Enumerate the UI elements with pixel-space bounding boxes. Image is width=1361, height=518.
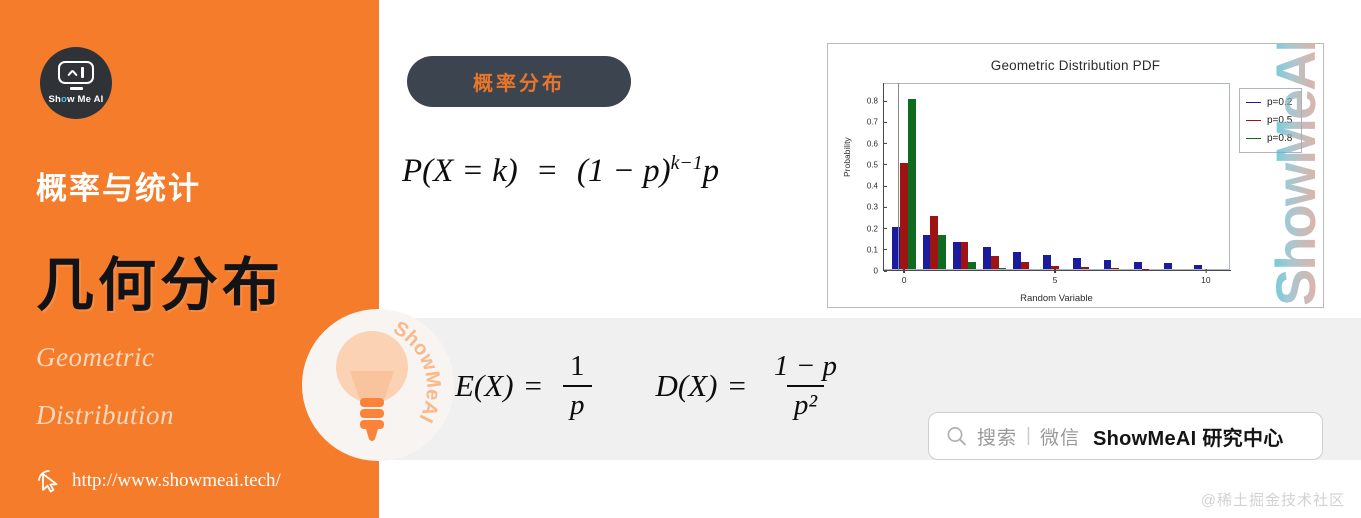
chart-y-axis-label: Probability bbox=[842, 137, 852, 177]
chart-y-tick-label: 0.8 bbox=[867, 97, 883, 106]
chart-legend-swatch bbox=[1246, 101, 1261, 104]
chart-y-tick-label: 0 bbox=[874, 267, 883, 276]
topic-badge-label: 概率分布 bbox=[473, 73, 565, 95]
expectation-formula: E(X) = 1 p bbox=[455, 350, 592, 422]
chart-legend-label: p=0.8 bbox=[1267, 133, 1293, 144]
left-title-panel: Show Me AI 概率与统计 几何分布 Geometric Distribu… bbox=[0, 0, 379, 518]
variance-lhs: D(X) bbox=[655, 368, 718, 403]
variance-fraction: 1 − p p² bbox=[767, 350, 844, 422]
chart-x-tick-label: 10 bbox=[1201, 269, 1210, 285]
chart-bar bbox=[982, 247, 991, 269]
logo-wordmark: Show Me AI bbox=[49, 94, 104, 105]
chart-bar bbox=[1081, 267, 1090, 269]
chart-bar bbox=[922, 235, 931, 269]
chart-y-tick-label: 0.1 bbox=[867, 245, 883, 254]
chart-bar bbox=[1163, 263, 1172, 269]
bar-icon bbox=[81, 67, 84, 79]
page-title: 几何分布 bbox=[36, 253, 285, 318]
chart-legend-item: p=0.8 bbox=[1246, 133, 1292, 144]
chart-x-axis-label: Random Variable bbox=[1020, 293, 1093, 304]
chart-bar bbox=[968, 262, 977, 269]
chart-bar bbox=[1013, 251, 1021, 269]
pmf-rhs-exponent: k−1 bbox=[670, 152, 703, 174]
variance-equals: = bbox=[728, 368, 746, 403]
subtitle-line-2: Distribution bbox=[36, 400, 175, 430]
site-url-row[interactable]: http://www.showmeai.tech/ bbox=[36, 468, 281, 494]
pmf-formula: P(X = k) = (1 − p)k−1p bbox=[402, 152, 719, 190]
chart-plot-area: 0 0.1 0.2 0.3 0.4 0.5 0.6 0.7 0.8 0 5 10 bbox=[867, 83, 1230, 285]
chart-x-tick-label: 5 bbox=[1053, 269, 1058, 285]
chart-legend-item: p=0.2 bbox=[1246, 97, 1292, 108]
chart-y-tick-label: 0.5 bbox=[867, 160, 883, 169]
chart-bar bbox=[1103, 260, 1112, 269]
pmf-lhs: P(X = k) bbox=[402, 153, 518, 189]
chart-bar bbox=[1111, 268, 1120, 269]
site-url: http://www.showmeai.tech/ bbox=[72, 470, 281, 491]
course-kicker: 概率与统计 bbox=[36, 171, 201, 206]
chart-bar bbox=[1133, 261, 1142, 269]
chart-bar bbox=[998, 267, 1007, 269]
chart-legend-label: p=0.2 bbox=[1267, 97, 1293, 108]
pmf-equals: = bbox=[537, 153, 557, 189]
pmf-rhs-base: (1 − p) bbox=[576, 153, 671, 189]
svg-text:ShowMeAI: ShowMeAI bbox=[1269, 44, 1324, 306]
chart-y-tick-label: 0.2 bbox=[867, 224, 883, 233]
search-brand-label: ShowMeAI 研究中心 bbox=[1092, 427, 1284, 450]
search-channel-label: 微信 bbox=[1039, 427, 1080, 449]
expectation-denominator: p bbox=[563, 385, 592, 422]
chart-bar bbox=[960, 242, 969, 269]
geometric-distribution-chart: Geometric Distribution PDF Probability 0… bbox=[827, 43, 1324, 308]
chart-bar bbox=[1043, 254, 1052, 269]
cursor-pointer-icon bbox=[38, 470, 58, 493]
chart-legend-swatch bbox=[1246, 137, 1261, 140]
search-hint-label: 搜索 bbox=[977, 427, 1018, 449]
chart-legend-item: p=0.5 bbox=[1246, 115, 1292, 126]
chart-bar bbox=[938, 235, 947, 269]
chart-bar bbox=[908, 99, 916, 269]
chart-bar bbox=[1073, 257, 1082, 269]
chart-legend-swatch bbox=[1246, 119, 1261, 122]
expectation-numerator: 1 bbox=[570, 350, 585, 382]
logo-chin-icon bbox=[69, 87, 83, 90]
robot-face-icon bbox=[58, 61, 94, 85]
chart-y-tick-label: 0.4 bbox=[867, 182, 883, 191]
chart-y-tick-label: 0.6 bbox=[867, 139, 883, 148]
chart-x-axis-line bbox=[883, 270, 1231, 272]
slide-root: Show Me AI 概率与统计 几何分布 Geometric Distribu… bbox=[0, 0, 1361, 518]
chart-bar bbox=[1020, 262, 1029, 269]
moments-formula-row: E(X) = 1 p D(X) = 1 − p p² bbox=[455, 350, 844, 422]
pmf-rhs-tail: p bbox=[702, 153, 720, 189]
variance-numerator: 1 − p bbox=[773, 350, 838, 382]
logo-wordmark-pre: Sh bbox=[48, 93, 62, 105]
variance-formula: D(X) = 1 − p p² bbox=[656, 350, 845, 422]
expectation-equals: = bbox=[524, 368, 543, 403]
chart-showmeai-watermark: ShowMeAI bbox=[1269, 44, 1324, 306]
chart-bar bbox=[930, 215, 939, 269]
chart-y-tick-label: 0.3 bbox=[867, 203, 883, 212]
search-separator: | bbox=[1026, 425, 1031, 446]
attribution-label: @稀土掘金技术社区 bbox=[1200, 492, 1345, 509]
chart-y-axis-line bbox=[883, 83, 885, 271]
chart-legend-label: p=0.5 bbox=[1267, 115, 1293, 126]
chart-legend: p=0.2 p=0.5 p=0.8 bbox=[1239, 88, 1303, 153]
chart-bar bbox=[900, 162, 909, 269]
caret-icon bbox=[68, 69, 77, 76]
chart-y-tick-label: 0.7 bbox=[867, 118, 883, 127]
expectation-fraction: 1 p bbox=[563, 350, 592, 422]
subtitle-line-1: Geometric bbox=[36, 342, 155, 372]
showmeai-logo[interactable]: Show Me AI bbox=[40, 47, 112, 119]
chart-bar bbox=[952, 241, 961, 269]
chart-bars-layer bbox=[883, 84, 1229, 269]
chart-bar bbox=[892, 226, 901, 269]
expectation-lhs: E(X) bbox=[455, 368, 514, 403]
chart-title: Geometric Distribution PDF bbox=[990, 58, 1161, 73]
logo-wordmark-post: w Me AI bbox=[67, 93, 104, 105]
wechat-search-bar[interactable]: 搜索 | 微信 ShowMeAI 研究中心 bbox=[928, 412, 1323, 460]
chart-origin-vline bbox=[898, 83, 899, 270]
topic-badge[interactable]: 概率分布 bbox=[407, 56, 631, 107]
chart-bar bbox=[990, 255, 999, 269]
chart-x-tick-label: 0 bbox=[902, 269, 907, 285]
variance-denominator: p² bbox=[786, 385, 825, 422]
search-icon bbox=[947, 426, 966, 445]
